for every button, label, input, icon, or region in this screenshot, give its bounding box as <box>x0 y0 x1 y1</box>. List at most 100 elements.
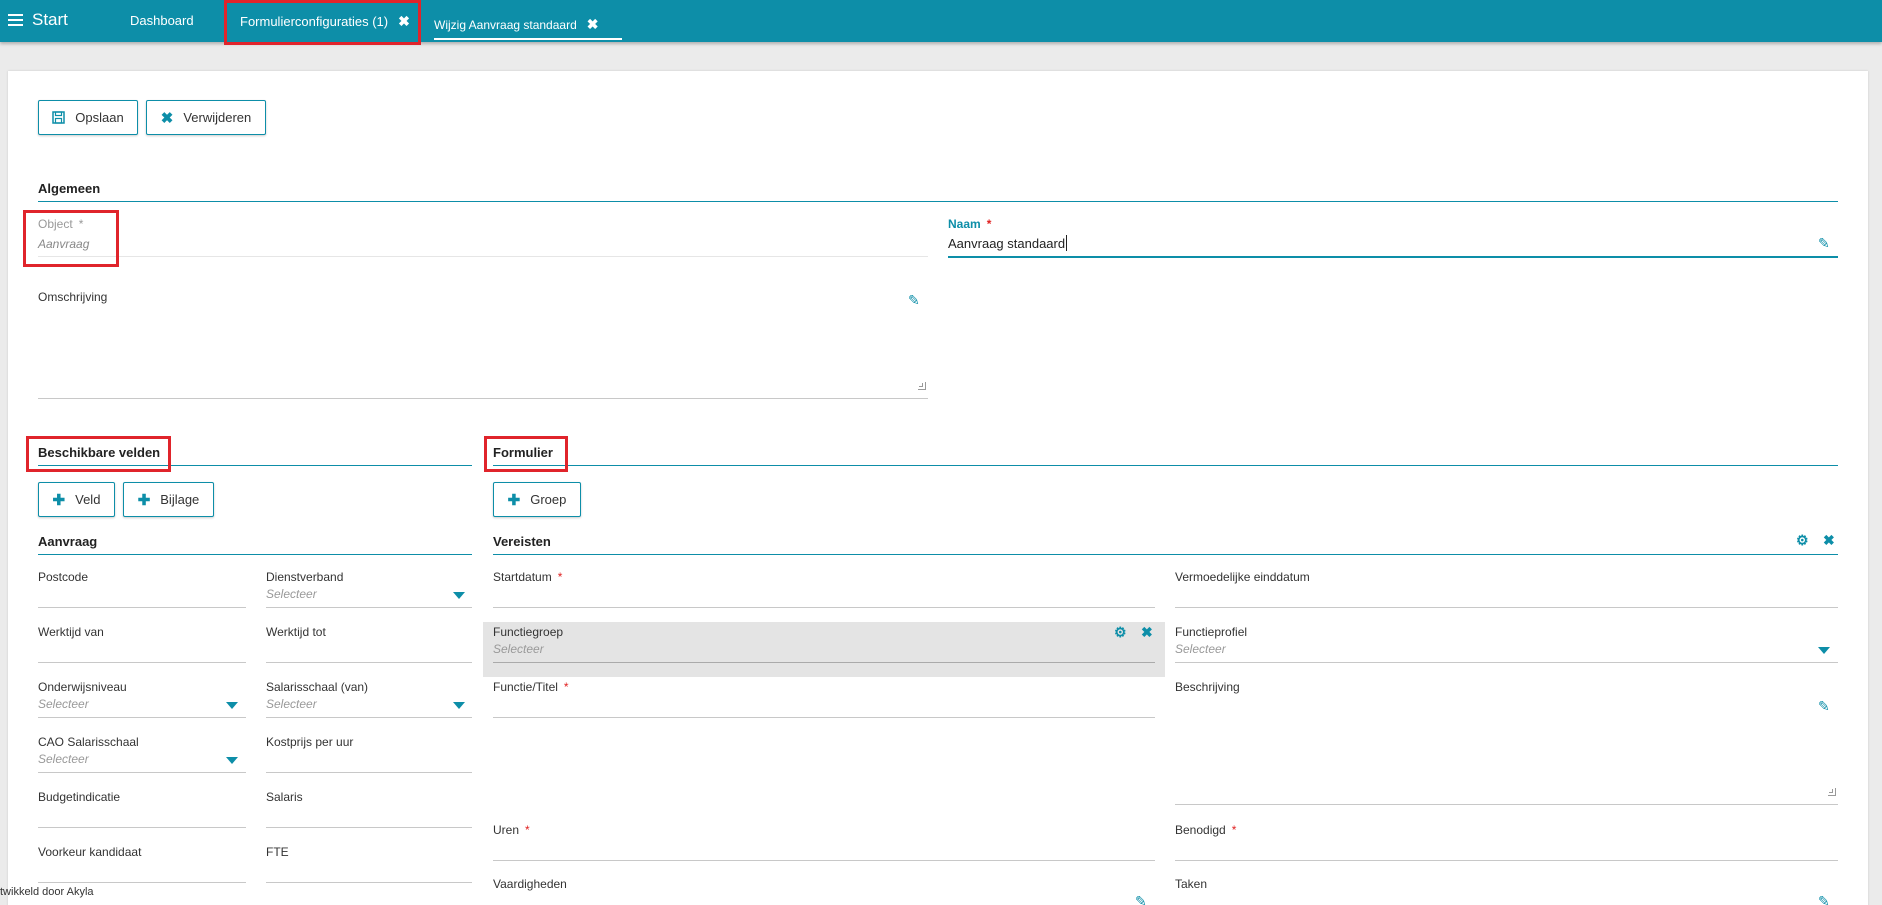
hamburger-icon <box>8 14 23 26</box>
pencil-icon[interactable]: ✎ <box>1818 235 1830 252</box>
field-line <box>38 662 246 663</box>
field-line <box>1175 607 1838 608</box>
start-label: Start <box>32 10 68 29</box>
delete-button[interactable]: ✖ Verwijderen <box>146 100 266 135</box>
chevron-down-icon[interactable] <box>453 702 465 709</box>
field-label: Onderwijsniveau <box>38 680 127 694</box>
select-placeholder: Selecteer <box>493 642 544 656</box>
field-label: FTE <box>266 845 289 859</box>
highlight-box <box>484 436 568 472</box>
field-line <box>1175 860 1838 861</box>
section-divider <box>493 554 1838 555</box>
add-attachment-button[interactable]: ✚ Bijlage <box>123 482 214 517</box>
add-group-button[interactable]: ✚ Groep <box>493 482 581 517</box>
section-divider <box>38 201 1838 202</box>
field-label: Beschrijving <box>1175 680 1240 694</box>
footer-credit: twikkeld door Akyla <box>0 886 94 898</box>
add-group-label: Groep <box>530 492 567 507</box>
resize-handle[interactable] <box>918 382 926 390</box>
field-line <box>38 607 246 608</box>
field-line <box>266 772 472 773</box>
field-line <box>1175 662 1838 663</box>
field-label: Functie/Titel * <box>493 680 569 694</box>
save-label: Opslaan <box>75 110 124 125</box>
highlight-box <box>23 210 119 267</box>
highlight-box <box>224 0 421 45</box>
plus-icon: ✚ <box>52 491 66 509</box>
close-icon[interactable]: ✖ <box>1823 532 1835 549</box>
plus-icon: ✚ <box>507 491 521 509</box>
field-label: Vermoedelijke einddatum <box>1175 570 1310 584</box>
naam-input[interactable]: Aanvraag standaard <box>948 236 1065 251</box>
start-menu-button[interactable]: Start <box>8 9 68 31</box>
group-title-vereisten: Vereisten <box>493 534 551 549</box>
field-label: Dienstverband <box>266 570 344 584</box>
field-label: Vaardigheden <box>493 877 567 891</box>
field-label: Werktijd van <box>38 625 104 639</box>
field-label: Uren * <box>493 823 530 837</box>
section-title-algemeen: Algemeen <box>38 181 101 196</box>
pencil-icon[interactable]: ✎ <box>1135 893 1147 905</box>
field-label: Salaris <box>266 790 303 804</box>
plus-icon: ✚ <box>137 491 151 509</box>
chevron-down-icon[interactable] <box>453 592 465 599</box>
save-button[interactable]: Opslaan <box>38 100 138 135</box>
active-tab-indicator <box>434 38 622 40</box>
field-label: Functiegroep <box>493 625 564 639</box>
group-title-aanvraag: Aanvraag <box>38 534 98 549</box>
add-field-label: Veld <box>75 492 101 507</box>
field-label: Budgetindicatie <box>38 790 121 804</box>
select-placeholder: Selecteer <box>38 752 89 766</box>
gears-icon[interactable]: ⚙ <box>1796 532 1809 549</box>
pencil-icon[interactable]: ✎ <box>1818 698 1830 715</box>
field-label: Postcode <box>38 570 89 584</box>
omschrijving-textarea[interactable] <box>38 285 928 398</box>
field-line <box>493 860 1155 861</box>
omschrijving-field-line <box>38 398 928 399</box>
tab-label: Dashboard <box>130 13 194 28</box>
field-line <box>266 827 472 828</box>
field-label: CAO Salarisschaal <box>38 735 139 749</box>
main-card <box>8 71 1868 905</box>
field-label: Taken <box>1175 877 1208 891</box>
field-line <box>266 882 472 883</box>
section-divider <box>493 465 1838 466</box>
highlight-box <box>26 436 171 472</box>
field-line <box>1175 804 1838 805</box>
field-label: Salarisschaal (van) <box>266 680 369 694</box>
field-label: Benodigd * <box>1175 823 1237 837</box>
field-line <box>38 827 246 828</box>
chevron-down-icon[interactable] <box>226 757 238 764</box>
close-icon: ✖ <box>160 109 174 127</box>
field-label: Kostprijs per uur <box>266 735 354 749</box>
field-label: Voorkeur kandidaat <box>38 845 142 859</box>
field-line <box>493 607 1155 608</box>
resize-handle[interactable] <box>1828 788 1836 796</box>
chevron-down-icon[interactable] <box>1818 647 1830 654</box>
selected-field-area[interactable] <box>483 622 1165 677</box>
select-placeholder: Selecteer <box>266 587 317 601</box>
field-line <box>38 882 246 883</box>
add-attachment-label: Bijlage <box>160 492 200 507</box>
field-line <box>266 662 472 663</box>
field-line <box>493 662 1155 663</box>
floppy-disk-icon <box>52 111 66 124</box>
add-field-button[interactable]: ✚ Veld <box>38 482 115 517</box>
tab-wijzig-aanvraag[interactable]: Wijzig Aanvraag standaard ✖ <box>434 16 598 33</box>
field-line <box>38 772 246 773</box>
chevron-down-icon[interactable] <box>226 702 238 709</box>
tab-dashboard[interactable]: Dashboard <box>130 13 194 28</box>
gears-icon[interactable]: ⚙ <box>1114 624 1127 641</box>
field-line <box>266 607 472 608</box>
field-line <box>266 717 472 718</box>
tab-label: Wijzig Aanvraag standaard <box>434 17 577 32</box>
close-icon[interactable]: ✖ <box>1141 624 1153 641</box>
field-line <box>38 717 246 718</box>
pencil-icon[interactable]: ✎ <box>908 292 920 309</box>
pencil-icon[interactable]: ✎ <box>1818 893 1830 905</box>
field-label: Werktijd tot <box>266 625 326 639</box>
object-field-line <box>38 256 928 257</box>
close-icon[interactable]: ✖ <box>587 16 599 33</box>
section-divider <box>38 554 472 555</box>
delete-label: Verwijderen <box>183 110 252 125</box>
